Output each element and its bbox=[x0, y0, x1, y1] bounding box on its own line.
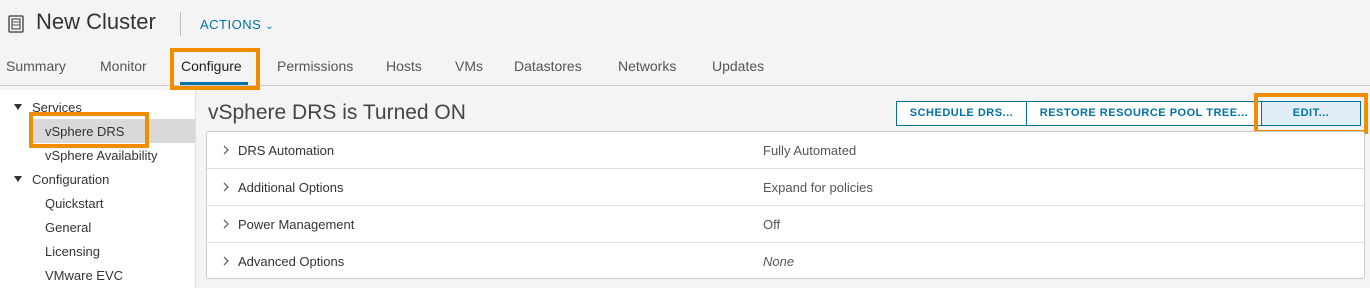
sidebar-item-vsphere-availability[interactable]: vSphere Availability bbox=[45, 148, 158, 163]
actions-menu-button[interactable]: ACTIONS ⌄ bbox=[200, 17, 274, 32]
header-divider bbox=[180, 12, 181, 36]
chevron-right-icon bbox=[223, 182, 229, 192]
sidebar-group-configuration[interactable]: Configuration bbox=[32, 172, 109, 187]
schedule-drs-button[interactable]: SCHEDULE DRS... bbox=[896, 101, 1027, 126]
edit-button-highlight bbox=[1254, 93, 1368, 134]
chevron-right-icon bbox=[223, 145, 229, 155]
cluster-icon bbox=[8, 15, 24, 33]
caret-down-icon[interactable] bbox=[14, 104, 22, 110]
drs-settings-panel: DRS Automation Fully Automated Additiona… bbox=[206, 131, 1365, 279]
tab-hosts[interactable]: Hosts bbox=[386, 58, 422, 74]
sidebar-item-vmware-evc[interactable]: VMware EVC bbox=[45, 268, 123, 283]
tab-networks[interactable]: Networks bbox=[618, 58, 676, 74]
row-label: Additional Options bbox=[238, 180, 344, 195]
sidebar-item-licensing[interactable]: Licensing bbox=[45, 244, 100, 259]
stack-view-row[interactable]: Advanced Options None bbox=[207, 243, 1364, 280]
row-label: Advanced Options bbox=[238, 254, 345, 269]
tab-updates[interactable]: Updates bbox=[712, 58, 764, 74]
tab-permissions[interactable]: Permissions bbox=[277, 58, 353, 74]
vsphere-drs-highlight bbox=[29, 112, 149, 148]
row-label: DRS Automation bbox=[238, 143, 335, 158]
sidebar-item-quickstart[interactable]: Quickstart bbox=[45, 196, 104, 211]
tab-summary[interactable]: Summary bbox=[6, 58, 66, 74]
chevron-right-icon bbox=[223, 256, 229, 266]
drs-status-title: vSphere DRS is Turned ON bbox=[208, 101, 466, 124]
stack-view-row[interactable]: Additional Options Expand for policies bbox=[207, 169, 1364, 206]
sidebar-item-general[interactable]: General bbox=[45, 220, 91, 235]
tab-datastores[interactable]: Datastores bbox=[514, 58, 582, 74]
row-value: Fully Automated bbox=[763, 143, 857, 158]
row-label: Power Management bbox=[238, 217, 355, 232]
row-value: None bbox=[763, 254, 795, 269]
row-value: Off bbox=[763, 217, 781, 232]
header: New Cluster ACTIONS ⌄ bbox=[0, 0, 1370, 44]
actions-label: ACTIONS bbox=[200, 17, 262, 32]
restore-resource-pool-tree-button[interactable]: RESTORE RESOURCE POOL TREE... bbox=[1026, 101, 1262, 126]
caret-down-icon[interactable] bbox=[14, 176, 22, 182]
stack-view-row[interactable]: DRS Automation Fully Automated bbox=[207, 132, 1364, 169]
tab-vms[interactable]: VMs bbox=[455, 58, 483, 74]
stack-view-row[interactable]: Power Management Off bbox=[207, 206, 1364, 243]
tab-monitor[interactable]: Monitor bbox=[100, 58, 147, 74]
chevron-down-icon: ⌄ bbox=[265, 21, 275, 32]
row-value: Expand for policies bbox=[763, 180, 873, 195]
chevron-right-icon bbox=[223, 219, 229, 229]
configure-tab-highlight bbox=[170, 48, 260, 90]
page-title: New Cluster bbox=[36, 9, 156, 34]
